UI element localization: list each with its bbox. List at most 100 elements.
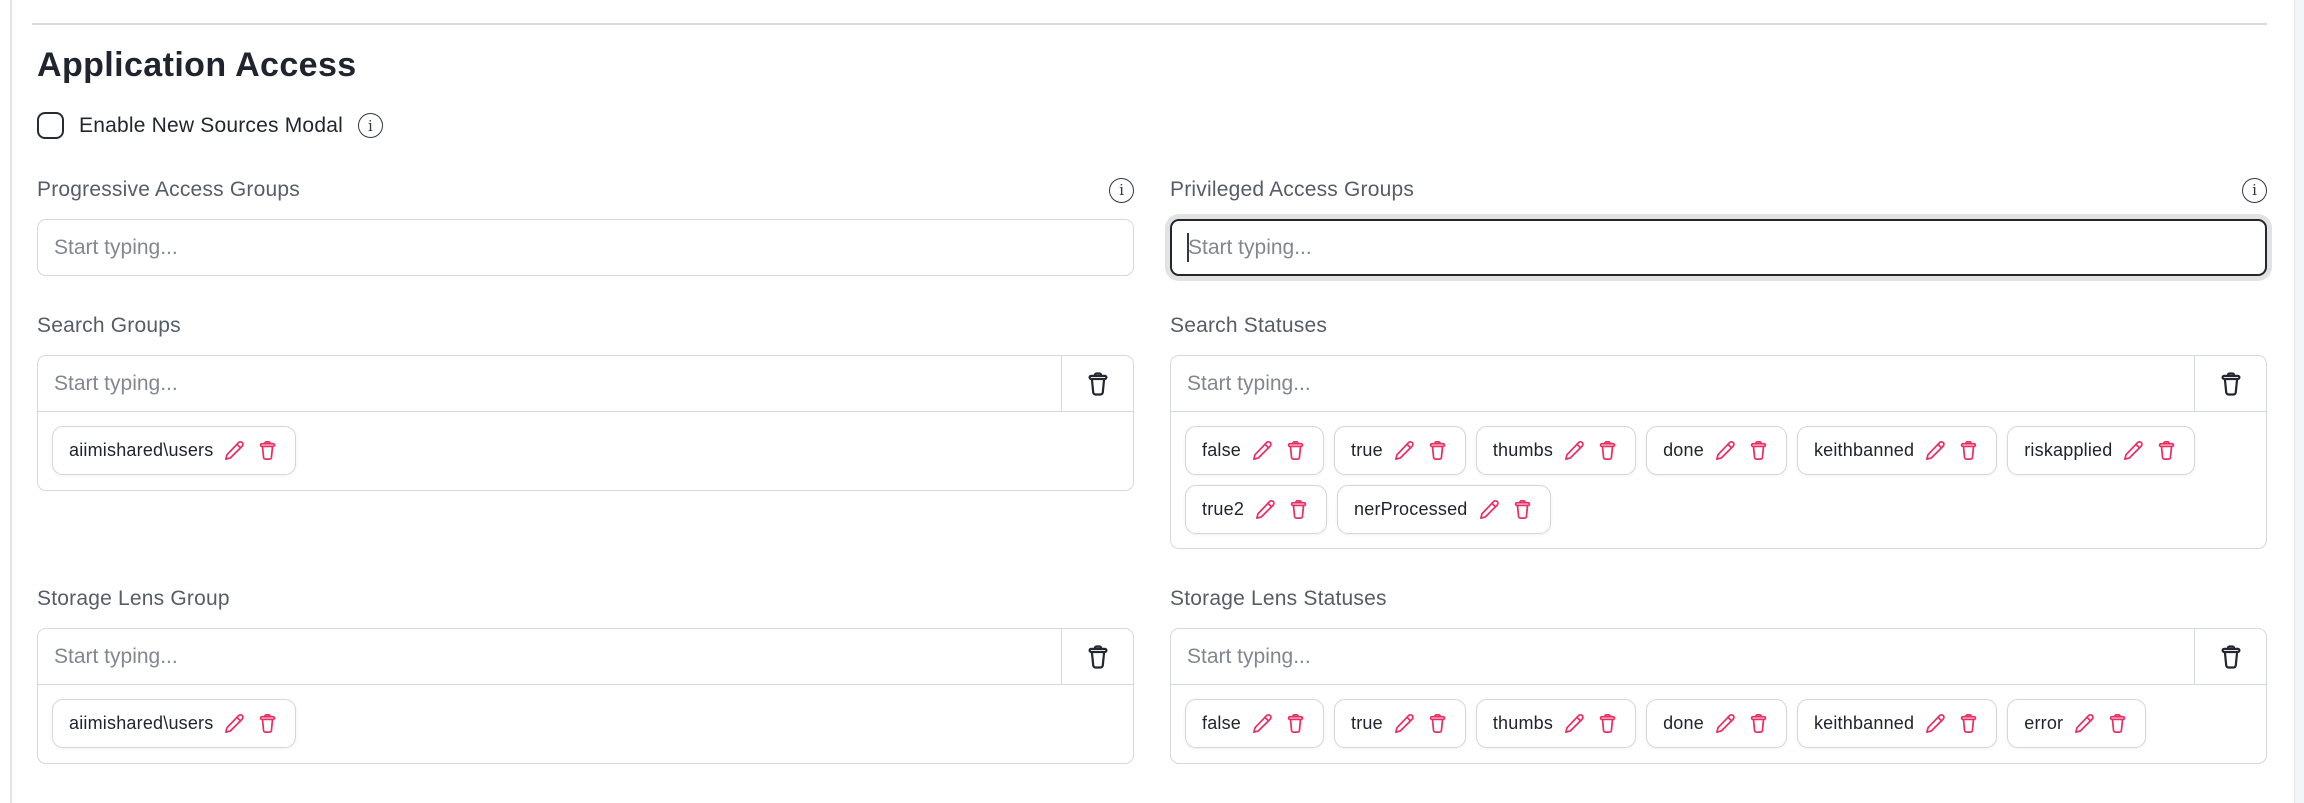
- delete-trash-icon[interactable]: [1426, 439, 1449, 462]
- tag-label: true2: [1202, 499, 1244, 520]
- tag-label: aiimishared\users: [69, 440, 213, 461]
- edit-pencil-icon[interactable]: [223, 439, 246, 462]
- info-icon[interactable]: i: [1109, 178, 1134, 203]
- edit-pencil-icon[interactable]: [2122, 439, 2145, 462]
- enable-new-sources-modal-checkbox[interactable]: [37, 112, 64, 139]
- delete-trash-icon[interactable]: [1511, 498, 1534, 521]
- tag-label: done: [1663, 713, 1704, 734]
- edit-pencil-icon[interactable]: [1251, 439, 1274, 462]
- field-label: Search Groups: [37, 314, 181, 338]
- tag-label: error: [2024, 713, 2063, 734]
- clear-all-button[interactable]: [2194, 356, 2266, 411]
- field-progressive-access-groups: Progressive Access Groups i: [37, 177, 1134, 276]
- delete-trash-icon[interactable]: [2155, 439, 2178, 462]
- search-groups-input[interactable]: [38, 356, 1061, 411]
- tag-label: true: [1351, 440, 1383, 461]
- tag-list: false: [1171, 412, 2266, 548]
- edit-pencil-icon[interactable]: [1393, 439, 1416, 462]
- delete-trash-icon[interactable]: [1957, 439, 1980, 462]
- edit-pencil-icon[interactable]: [1924, 712, 1947, 735]
- delete-trash-icon[interactable]: [1284, 439, 1307, 462]
- tag-label: thumbs: [1493, 713, 1553, 734]
- edit-pencil-icon[interactable]: [1924, 439, 1947, 462]
- tag-label: keithbanned: [1814, 713, 1914, 734]
- field-label: Storage Lens Statuses: [1170, 587, 1387, 611]
- edit-pencil-icon[interactable]: [1254, 498, 1277, 521]
- search-groups-multiselect: aiimishared\users: [37, 355, 1134, 491]
- tag-label: thumbs: [1493, 440, 1553, 461]
- enable-new-sources-modal-row: Enable New Sources Modal i: [37, 112, 2267, 139]
- tag-list: aiimishared\users: [38, 412, 1133, 490]
- field-search-groups: Search Groups: [37, 313, 1134, 491]
- delete-trash-icon[interactable]: [1596, 712, 1619, 735]
- info-icon[interactable]: i: [2242, 178, 2267, 203]
- clear-all-button[interactable]: [2194, 629, 2266, 684]
- info-icon[interactable]: i: [358, 113, 383, 138]
- checkbox-label: Enable New Sources Modal: [79, 114, 343, 138]
- search-statuses-input[interactable]: [1171, 356, 2194, 411]
- trash-icon: [1084, 370, 1112, 398]
- delete-trash-icon[interactable]: [1284, 712, 1307, 735]
- delete-trash-icon[interactable]: [1747, 439, 1770, 462]
- privileged-access-groups-input[interactable]: [1170, 219, 2267, 276]
- field-privileged-access-groups: Privileged Access Groups i: [1170, 177, 2267, 276]
- delete-trash-icon[interactable]: [1596, 439, 1619, 462]
- edit-pencil-icon[interactable]: [1393, 712, 1416, 735]
- tag-chip: true2: [1185, 485, 1327, 534]
- storage-lens-statuses-input[interactable]: [1171, 629, 2194, 684]
- tag-chip: thumbs: [1476, 699, 1636, 748]
- search-statuses-multiselect: false: [1170, 355, 2267, 549]
- page-title: Application Access: [37, 0, 2267, 88]
- tag-label: keithbanned: [1814, 440, 1914, 461]
- field-label: Search Statuses: [1170, 314, 1327, 338]
- storage-lens-statuses-multiselect: false: [1170, 628, 2267, 764]
- tag-label: false: [1202, 713, 1241, 734]
- tag-chip: error: [2007, 699, 2146, 748]
- tag-chip: aiimishared\users: [52, 699, 296, 748]
- tag-chip: false: [1185, 699, 1324, 748]
- delete-trash-icon[interactable]: [2106, 712, 2129, 735]
- progressive-access-groups-input[interactable]: [37, 219, 1134, 276]
- tag-chip: aiimishared\users: [52, 426, 296, 475]
- delete-trash-icon[interactable]: [256, 439, 279, 462]
- trash-icon: [2217, 370, 2245, 398]
- tag-chip: keithbanned: [1797, 699, 1997, 748]
- delete-trash-icon[interactable]: [1747, 712, 1770, 735]
- tag-list: false: [1171, 685, 2266, 763]
- delete-trash-icon[interactable]: [1287, 498, 1310, 521]
- trash-icon: [2217, 643, 2245, 671]
- delete-trash-icon[interactable]: [256, 712, 279, 735]
- tag-label: nerProcessed: [1354, 499, 1467, 520]
- tag-label: false: [1202, 440, 1241, 461]
- edit-pencil-icon[interactable]: [1714, 439, 1737, 462]
- tag-label: true: [1351, 713, 1383, 734]
- tag-chip: keithbanned: [1797, 426, 1997, 475]
- edit-pencil-icon[interactable]: [1251, 712, 1274, 735]
- edit-pencil-icon[interactable]: [1714, 712, 1737, 735]
- storage-lens-group-input[interactable]: [38, 629, 1061, 684]
- clear-all-button[interactable]: [1061, 356, 1133, 411]
- tag-label: done: [1663, 440, 1704, 461]
- field-label: Storage Lens Group: [37, 587, 230, 611]
- tag-chip: done: [1646, 426, 1787, 475]
- edit-pencil-icon[interactable]: [1478, 498, 1501, 521]
- edit-pencil-icon[interactable]: [2073, 712, 2096, 735]
- field-search-statuses: Search Statuses: [1170, 313, 2267, 549]
- edit-pencil-icon[interactable]: [1563, 439, 1586, 462]
- tag-chip: thumbs: [1476, 426, 1636, 475]
- field-label: Privileged Access Groups: [1170, 178, 1414, 202]
- tag-label: aiimishared\users: [69, 713, 213, 734]
- delete-trash-icon[interactable]: [1426, 712, 1449, 735]
- tag-chip: nerProcessed: [1337, 485, 1550, 534]
- clear-all-button[interactable]: [1061, 629, 1133, 684]
- edit-pencil-icon[interactable]: [223, 712, 246, 735]
- text-cursor: [1187, 233, 1189, 262]
- field-storage-lens-group: Storage Lens Group: [37, 586, 1134, 764]
- delete-trash-icon[interactable]: [1957, 712, 1980, 735]
- tag-chip: false: [1185, 426, 1324, 475]
- tag-chip: done: [1646, 699, 1787, 748]
- edit-pencil-icon[interactable]: [1563, 712, 1586, 735]
- storage-lens-group-multiselect: aiimishared\users: [37, 628, 1134, 764]
- trash-icon: [1084, 643, 1112, 671]
- application-access-section: Application Access Enable New Sources Mo…: [0, 0, 2304, 764]
